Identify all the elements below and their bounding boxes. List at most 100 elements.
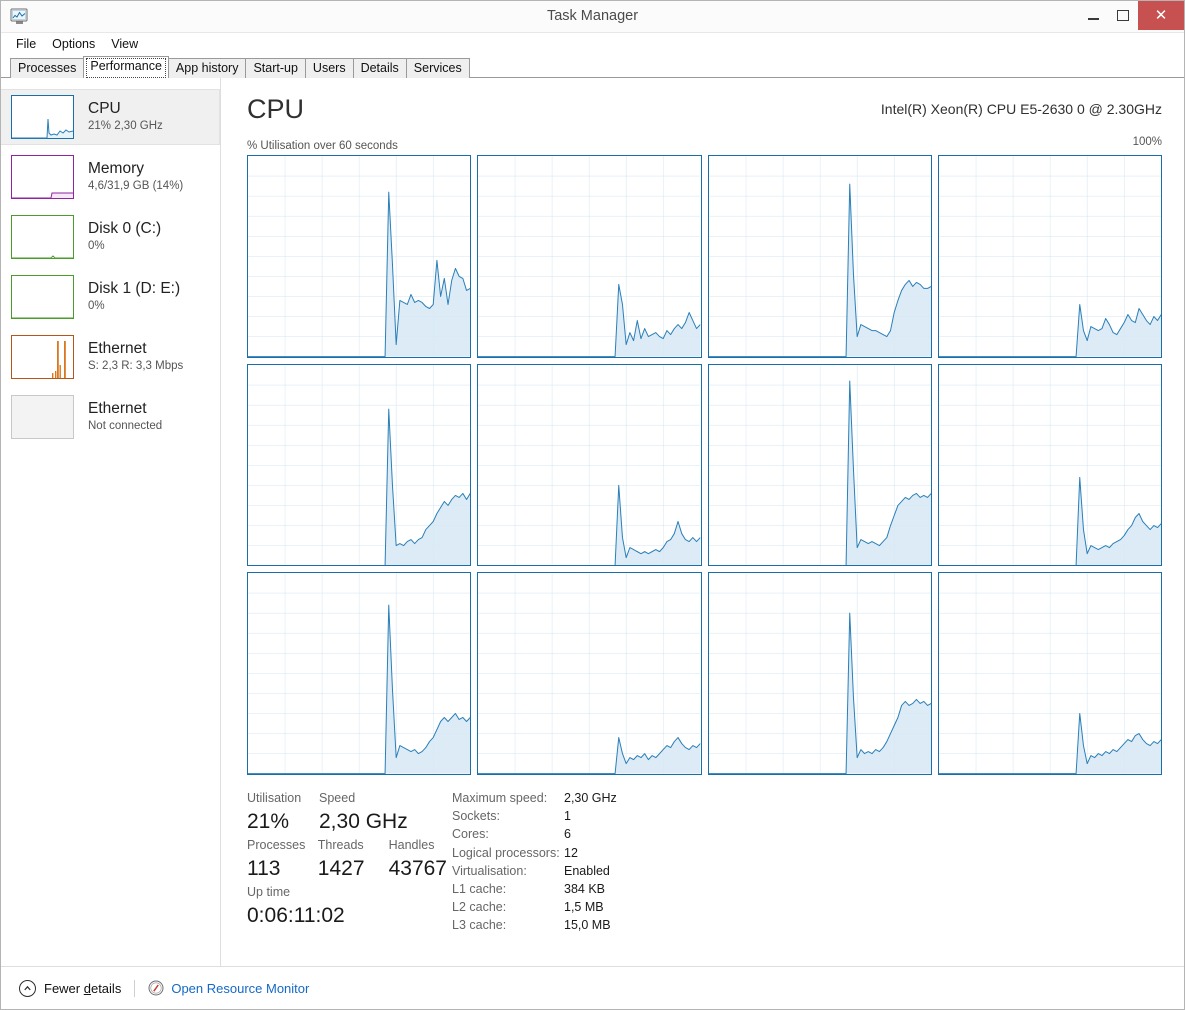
detail-row: L1 cache: 384 KB (452, 880, 617, 898)
disk0-labels: Disk 0 (C:) 0% (88, 220, 161, 254)
utilisation-value: 21% (247, 810, 290, 833)
close-button[interactable]: ✕ (1138, 1, 1184, 30)
cpu-core-graph (247, 155, 472, 358)
detail-value: 15,0 MB (564, 918, 611, 933)
detail-row: L2 cache: 1,5 MB (452, 898, 617, 916)
resource-monitor-icon (148, 980, 164, 996)
title-bar: Task Manager ✕ (1, 1, 1184, 33)
window-controls: ✕ (1078, 1, 1184, 30)
memory-labels: Memory 4,6/31,9 GB (14%) (88, 160, 183, 194)
tab-app-history[interactable]: App history (167, 58, 247, 78)
chevron-up-icon (19, 979, 36, 997)
speed-label: Speed (319, 791, 356, 805)
maximize-icon (1117, 10, 1129, 21)
maximize-button[interactable] (1108, 1, 1138, 30)
threads-label: Threads (317, 838, 364, 852)
detail-row: Cores: 6 (452, 825, 617, 843)
cpu-graph-grid (247, 155, 1162, 775)
ethernet-thumbnail (11, 335, 74, 379)
menu-item-options[interactable]: Options (46, 35, 105, 53)
tab-performance-label: Performance (90, 59, 162, 73)
detail-value: 12 (564, 845, 578, 860)
disk1-thumbnail (11, 275, 74, 319)
stats-row-1: Utilisation 21% Speed 2,30 GHz (247, 789, 447, 836)
cpu-core-graph (477, 572, 702, 775)
cpu-core-graph (707, 572, 932, 775)
menu-item-view[interactable]: View (105, 35, 148, 53)
detail-key: L2 cache: (452, 900, 507, 915)
detail-key: L3 cache: (452, 918, 507, 933)
handles-label: Handles (388, 838, 435, 852)
detail-value: 2,30 GHz (564, 791, 617, 805)
resource-monitor-label: Open Resource Monitor (171, 980, 310, 996)
fewer-details-button[interactable]: Fewer details (19, 979, 121, 997)
detail-key: Logical processors: (452, 845, 560, 860)
sidebar-disk1-title: Disk 1 (D: E:) (88, 280, 181, 297)
sidebar-memory-subtitle: 4,6/31,9 GB (14%) (88, 180, 184, 192)
menu-bar: File Options View (1, 33, 1184, 55)
sidebar-memory-title: Memory (88, 160, 144, 177)
cpu-core-graph (937, 363, 1162, 567)
memory-thumbnail (11, 155, 74, 199)
ethernet-disconnected-thumbnail (11, 395, 74, 439)
sidebar-cpu-subtitle: 21% 2,30 GHz (88, 120, 163, 132)
threads-value: 1427 (317, 857, 365, 880)
sidebar-ethernet2-title: Ethernet (88, 400, 147, 417)
stat-speed: Speed 2,30 GHz (319, 789, 408, 836)
sidebar-disk0-subtitle: 0% (88, 240, 105, 252)
cpu-core-graph (477, 155, 702, 358)
sidebar-item-disk0[interactable]: Disk 0 (C:) 0% (1, 209, 220, 265)
tab-processes[interactable]: Processes (10, 58, 85, 78)
cpu-core-graph (247, 363, 472, 567)
footer-bar: Fewer details Open Resource Monitor (1, 966, 1184, 1009)
stats-primary: Utilisation 21% Speed 2,30 GHz Processes… (247, 789, 447, 930)
detail-key: L1 cache: (452, 882, 507, 897)
stats-row-2: Processes 113 Threads 1427 Handles 43767 (247, 836, 447, 883)
cpu-core-graph (707, 155, 932, 358)
footer-separator (134, 979, 136, 997)
performance-panel: CPU Intel(R) Xeon(R) CPU E5-2630 0 @ 2.3… (221, 78, 1184, 966)
minimize-icon (1087, 18, 1099, 20)
content-area: CPU 21% 2,30 GHz Memory 4,6/31,9 GB (14%… (1, 78, 1184, 966)
sidebar-item-memory[interactable]: Memory 4,6/31,9 GB (14%) (1, 149, 220, 205)
disk0-thumbnail (11, 215, 74, 259)
detail-key: Virtualisation: (452, 863, 527, 878)
detail-key: Maximum speed: (452, 791, 548, 805)
stat-processes: Processes 113 (247, 836, 318, 883)
sidebar-item-cpu[interactable]: CPU 21% 2,30 GHz (1, 89, 220, 145)
detail-value: 1 (564, 809, 571, 824)
menu-item-file[interactable]: File (10, 35, 46, 53)
window-title: Task Manager (546, 8, 639, 24)
cpu-core-graph (477, 363, 702, 567)
tab-details[interactable]: Details (352, 58, 407, 78)
stat-utilisation: Utilisation 21% (247, 789, 319, 836)
detail-key: Cores: (452, 827, 489, 842)
detail-row: Logical processors: 12 (452, 844, 617, 862)
tab-users[interactable]: Users (304, 58, 354, 78)
sidebar-cpu-title: CPU (88, 100, 121, 117)
uptime-value: 0:06:11:02 (247, 904, 345, 927)
ethernet-disconnected-labels: Ethernet Not connected (88, 400, 162, 434)
processes-label: Processes (247, 838, 306, 852)
sidebar-ethernet2-subtitle: Not connected (88, 420, 163, 432)
minimize-button[interactable] (1078, 1, 1108, 30)
open-resource-monitor-link[interactable]: Open Resource Monitor (148, 980, 309, 996)
detail-row: L3 cache: 15,0 MB (452, 916, 617, 934)
sidebar-item-disk1[interactable]: Disk 1 (D: E:) 0% (1, 269, 220, 325)
tab-services[interactable]: Services (405, 58, 470, 78)
sidebar-ethernet-subtitle: S: 2,3 R: 3,3 Mbps (88, 360, 184, 372)
cpu-labels: CPU 21% 2,30 GHz (88, 100, 163, 134)
stat-threads: Threads 1427 (318, 836, 389, 883)
panel-header: CPU Intel(R) Xeon(R) CPU E5-2630 0 @ 2.3… (247, 92, 1162, 136)
detail-row: Sockets: 1 (452, 807, 617, 825)
handles-value: 43767 (388, 857, 447, 880)
sidebar-item-ethernet-active[interactable]: Ethernet S: 2,3 R: 3,3 Mbps (1, 329, 220, 385)
tab-performance[interactable]: Performance (83, 56, 169, 78)
sidebar-item-ethernet-disconnected[interactable]: Ethernet Not connected (1, 389, 220, 445)
close-icon: ✕ (1154, 6, 1168, 24)
tab-start-up[interactable]: Start-up (245, 58, 306, 78)
stats-panel: Utilisation 21% Speed 2,30 GHz Processes… (247, 789, 1162, 939)
cpu-core-graph (247, 572, 472, 775)
axis-row: % Utilisation over 60 seconds 100% (247, 136, 1162, 152)
detail-key: Sockets: (452, 809, 500, 824)
